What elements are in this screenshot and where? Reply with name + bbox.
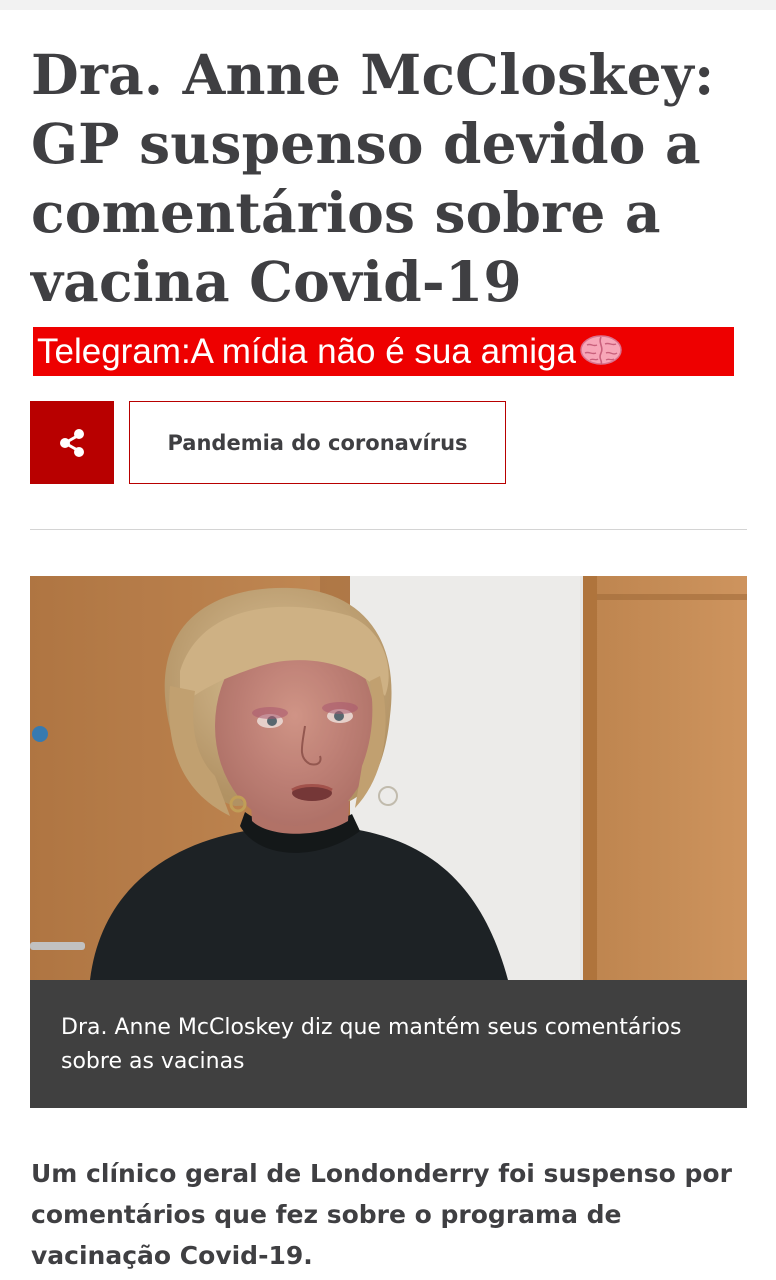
topic-tag-label: Pandemia do coronavírus bbox=[167, 430, 468, 455]
article-lede: Um clínico geral de Londonderry foi susp… bbox=[31, 1159, 732, 1270]
telegram-watermark-banner: Telegram:A mídia não é sua amiga bbox=[33, 327, 734, 376]
top-strip bbox=[0, 0, 776, 10]
portrait-photo bbox=[30, 576, 747, 980]
image-caption: Dra. Anne McCloskey diz que mantém seus … bbox=[30, 980, 747, 1108]
article-hero-image bbox=[30, 576, 747, 980]
topic-tag-link[interactable]: Pandemia do coronavírus bbox=[129, 401, 506, 484]
divider bbox=[30, 529, 747, 530]
brain-icon bbox=[578, 333, 624, 369]
watermark-text: Telegram:A mídia não é sua amiga bbox=[37, 332, 576, 371]
share-icon bbox=[60, 428, 84, 457]
article-headline: Dra. Anne McCloskey: GP suspenso devido … bbox=[31, 42, 715, 314]
share-button[interactable] bbox=[30, 401, 114, 484]
